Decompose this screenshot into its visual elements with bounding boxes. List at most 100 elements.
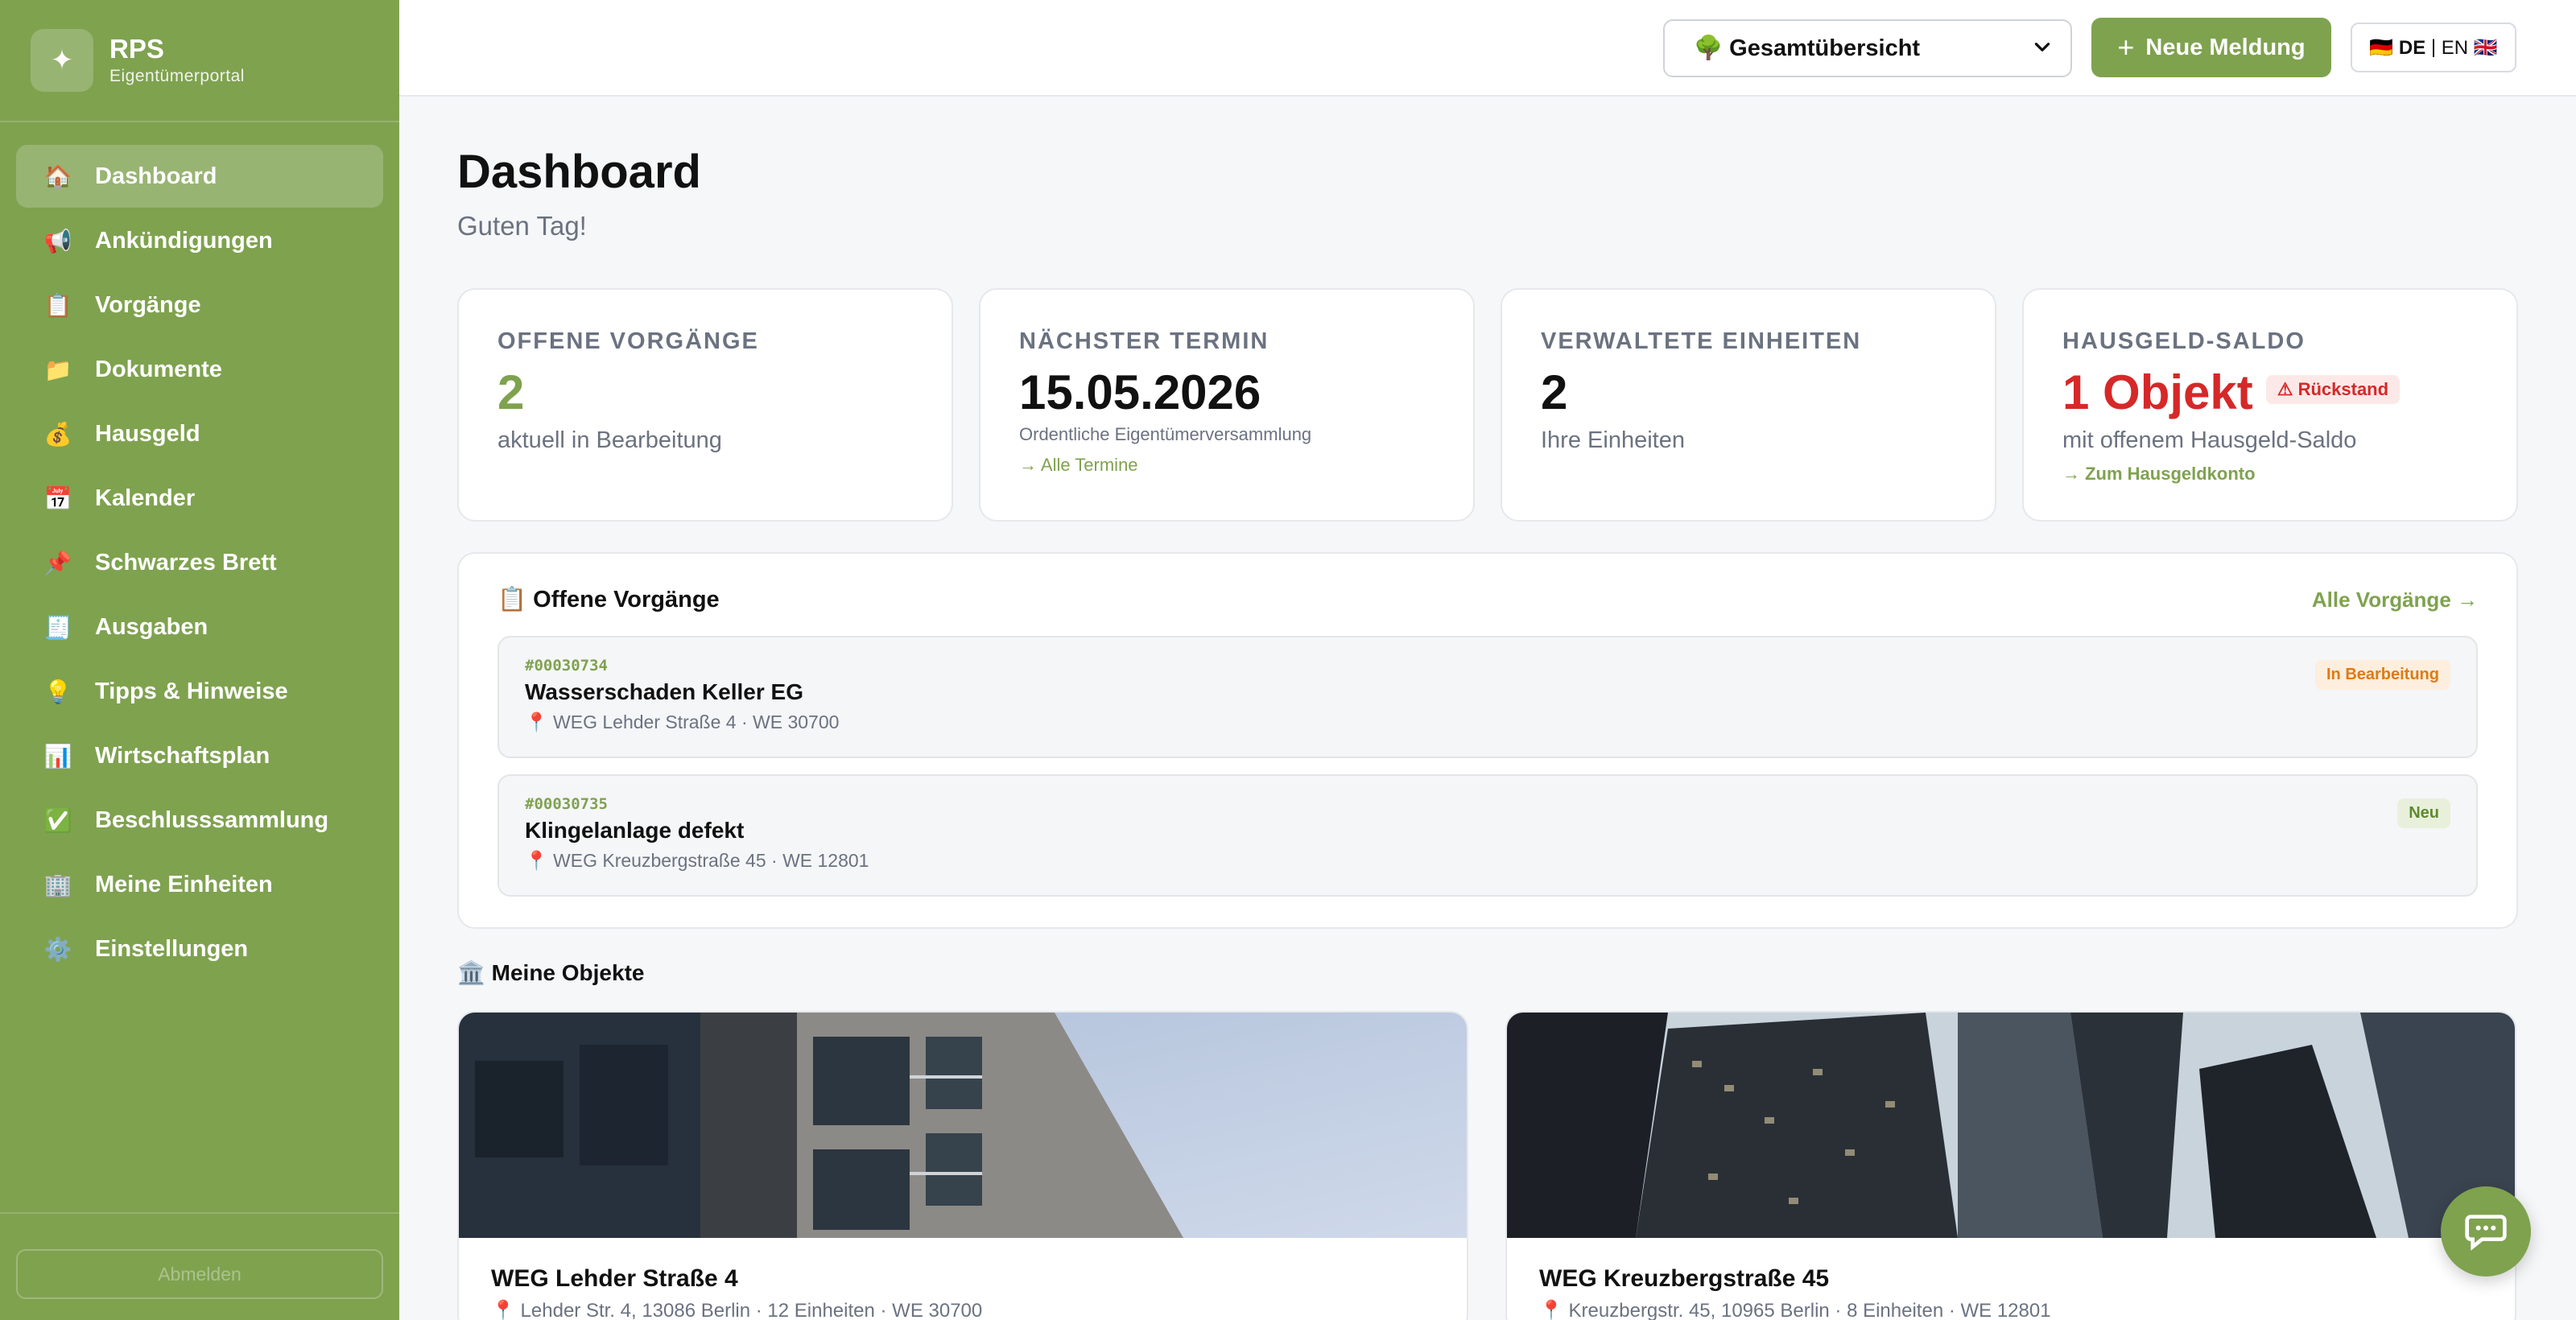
sidebar-item-label: Schwarzes Brett bbox=[95, 549, 277, 575]
sidebar-nav: 🏠 Dashboard 📢 Ankündigungen 📋 Vorgänge 📁… bbox=[0, 122, 399, 980]
chevron-down-icon bbox=[2032, 37, 2053, 64]
sidebar-item-label: Hausgeld bbox=[95, 420, 200, 447]
new-report-label: Neue Meldung bbox=[2145, 34, 2306, 60]
sidebar: ✦ RPS Eigentümerportal 🏠 Dashboard 📢 Ank… bbox=[0, 0, 399, 1320]
sidebar-item-vorgaenge[interactable]: 📋 Vorgänge bbox=[16, 274, 383, 336]
sidebar-item-label: Dokumente bbox=[95, 356, 222, 382]
property-image bbox=[1507, 1013, 2515, 1238]
sidebar-item-label: Dashboard bbox=[95, 163, 217, 189]
property-card[interactable]: WEG Kreuzbergstraße 45 📍 Kreuzbergstr. 4… bbox=[1505, 1011, 2516, 1320]
stat-card-label: HAUSGELD-SALDO bbox=[2062, 328, 2306, 354]
sidebar-item-schwarzes-brett[interactable]: 📌 Schwarzes Brett bbox=[16, 531, 383, 594]
sidebar-item-tipps[interactable]: 💡 Tipps & Hinweise bbox=[16, 660, 383, 723]
sidebar-item-ankuendigungen[interactable]: 📢 Ankündigungen bbox=[16, 209, 383, 272]
stat-card-desc: aktuell in Bearbeitung bbox=[497, 427, 722, 453]
sidebar-item-label: Meine Einheiten bbox=[95, 871, 273, 897]
issue-title: Wasserschaden Keller EG bbox=[525, 679, 804, 704]
folder-icon: 📁 bbox=[43, 357, 72, 382]
property-card[interactable]: WEG Lehder Straße 4 📍 Lehder Str. 4, 130… bbox=[457, 1011, 1468, 1320]
issue-item[interactable]: #00030735 Klingelanlage defekt 📍 WEG Kre… bbox=[497, 774, 2478, 897]
check-mark-icon: ✅ bbox=[43, 807, 72, 833]
bar-chart-icon: 📊 bbox=[43, 743, 72, 769]
house-icon: 🏠 bbox=[43, 163, 72, 189]
lang-en-option[interactable]: EN 🇬🇧 bbox=[2442, 36, 2498, 60]
status-badge: In Bearbeitung bbox=[2314, 660, 2450, 690]
properties-section-title: 🏛️ Meine Objekte bbox=[457, 960, 645, 985]
stat-card-desc: Ordentliche Eigentümerversammlung bbox=[1019, 424, 1312, 444]
sidebar-item-wirtschaftsplan[interactable]: 📊 Wirtschaftsplan bbox=[16, 724, 383, 787]
sidebar-item-label: Ankündigungen bbox=[95, 227, 273, 254]
page-title: Dashboard bbox=[457, 146, 701, 198]
arrears-badge: ⚠ Rückstand bbox=[2265, 375, 2401, 405]
stat-card-desc: mit offenem Hausgeld-Saldo bbox=[2062, 427, 2357, 453]
stat-card-units: VERWALTETE EINHEITEN 2 Ihre Einheiten bbox=[1501, 288, 1996, 522]
money-bag-icon: 💰 bbox=[43, 421, 72, 447]
sidebar-item-ausgaben[interactable]: 🧾 Ausgaben bbox=[16, 596, 383, 658]
object-select-value: 🌳 Gesamtübersicht bbox=[1694, 35, 1921, 61]
sidebar-footer: Abmelden bbox=[0, 1212, 399, 1320]
sidebar-item-label: Tipps & Hinweise bbox=[95, 678, 288, 704]
issue-location: 📍 WEG Kreuzbergstraße 45 · WE 12801 bbox=[525, 850, 869, 871]
brand[interactable]: ✦ RPS Eigentümerportal bbox=[0, 0, 399, 122]
sidebar-item-beschlusssammlung[interactable]: ✅ Beschlusssammlung bbox=[16, 789, 383, 852]
status-badge: Neu bbox=[2397, 798, 2450, 828]
sidebar-item-meine-einheiten[interactable]: 🏢 Meine Einheiten bbox=[16, 853, 383, 916]
stat-card-hausgeld-saldo: HAUSGELD-SALDO 1 Objekt ⚠ Rückstand mit o… bbox=[2022, 288, 2518, 522]
language-switcher: 🇩🇪 DE | EN 🇬🇧 bbox=[2351, 23, 2516, 72]
calendar-icon: 📅 bbox=[43, 485, 72, 511]
property-address: 📍 Lehder Str. 4, 13086 Berlin · 12 Einhe… bbox=[491, 1300, 983, 1320]
property-address: 📍 Kreuzbergstr. 45, 10965 Berlin · 8 Ein… bbox=[1539, 1300, 2051, 1320]
sidebar-item-dokumente[interactable]: 📁 Dokumente bbox=[16, 338, 383, 401]
sidebar-item-label: Ausgaben bbox=[95, 613, 208, 640]
brand-subtitle: Eigentümerportal bbox=[109, 67, 245, 86]
stat-card-value: 15.05.2026 bbox=[1019, 365, 1261, 419]
chat-bubble-icon bbox=[2463, 1207, 2508, 1256]
all-issues-link[interactable]: Alle Vorgänge → bbox=[2312, 588, 2478, 613]
clipboard-icon: 📋 bbox=[43, 292, 72, 318]
stat-card-open-issues: OFFENE VORGÄNGE 2 aktuell in Bearbeitung bbox=[457, 288, 953, 522]
sidebar-item-hausgeld[interactable]: 💰 Hausgeld bbox=[16, 402, 383, 465]
stat-card-value-row: 1 Objekt ⚠ Rückstand bbox=[2062, 366, 2516, 419]
issue-location: 📍 WEG Lehder Straße 4 · WE 30700 bbox=[525, 712, 840, 732]
property-name: WEG Lehder Straße 4 bbox=[491, 1265, 738, 1292]
object-select[interactable]: 🌳 Gesamtübersicht bbox=[1663, 19, 2072, 77]
stat-card-next-date: NÄCHSTER TERMIN 15.05.2026 Ordentliche E… bbox=[979, 288, 1475, 522]
page-greeting: Guten Tag! bbox=[457, 211, 587, 241]
lightbulb-icon: 💡 bbox=[43, 679, 72, 704]
issue-item[interactable]: #00030734 Wasserschaden Keller EG 📍 WEG … bbox=[497, 636, 2478, 758]
top-header: 🌳 Gesamtübersicht + Neue Meldung 🇩🇪 DE |… bbox=[399, 0, 2576, 97]
chat-button[interactable] bbox=[2441, 1186, 2531, 1277]
panel-title: 📋 Offene Vorgänge bbox=[497, 587, 720, 613]
sparkle-icon: ✦ bbox=[31, 29, 93, 92]
issue-title: Klingelanlage defekt bbox=[525, 818, 745, 843]
lang-separator: | bbox=[2425, 36, 2442, 58]
brand-text: RPS Eigentümerportal bbox=[109, 33, 245, 86]
lang-de-option[interactable]: 🇩🇪 DE bbox=[2369, 36, 2425, 60]
sidebar-item-label: Beschlusssammlung bbox=[95, 806, 329, 833]
issue-id: #00030734 bbox=[525, 657, 608, 674]
sidebar-item-label: Wirtschaftsplan bbox=[95, 742, 270, 769]
plus-icon: + bbox=[2117, 31, 2135, 64]
sidebar-item-kalender[interactable]: 📅 Kalender bbox=[16, 467, 383, 530]
stat-card-value: 1 Objekt bbox=[2062, 365, 2253, 419]
brand-title: RPS bbox=[109, 33, 164, 64]
issue-id: #00030735 bbox=[525, 795, 608, 813]
property-name: WEG Kreuzbergstraße 45 bbox=[1539, 1265, 1830, 1292]
sidebar-item-label: Vorgänge bbox=[95, 291, 201, 318]
all-dates-link[interactable]: → Alle Termine bbox=[1019, 455, 1473, 476]
stat-card-desc: Ihre Einheiten bbox=[1541, 427, 1685, 453]
gear-icon: ⚙️ bbox=[43, 936, 72, 962]
sidebar-item-label: Einstellungen bbox=[95, 935, 249, 962]
open-issues-panel: 📋 Offene Vorgänge Alle Vorgänge → #00030… bbox=[457, 552, 2518, 929]
logout-button[interactable]: Abmelden bbox=[16, 1249, 383, 1299]
stat-card-label: OFFENE VORGÄNGE bbox=[497, 328, 759, 354]
new-report-button[interactable]: + Neue Meldung bbox=[2091, 18, 2331, 77]
receipt-icon: 🧾 bbox=[43, 614, 72, 640]
stat-card-label: VERWALTETE EINHEITEN bbox=[1541, 328, 1862, 354]
hausgeld-account-link[interactable]: → Zum Hausgeldkonto bbox=[2062, 464, 2516, 485]
sidebar-item-dashboard[interactable]: 🏠 Dashboard bbox=[16, 145, 383, 208]
megaphone-icon: 📢 bbox=[43, 228, 72, 254]
stat-card-label: NÄCHSTER TERMIN bbox=[1019, 328, 1269, 354]
sidebar-item-einstellungen[interactable]: ⚙️ Einstellungen bbox=[16, 918, 383, 980]
property-image bbox=[459, 1013, 1467, 1238]
